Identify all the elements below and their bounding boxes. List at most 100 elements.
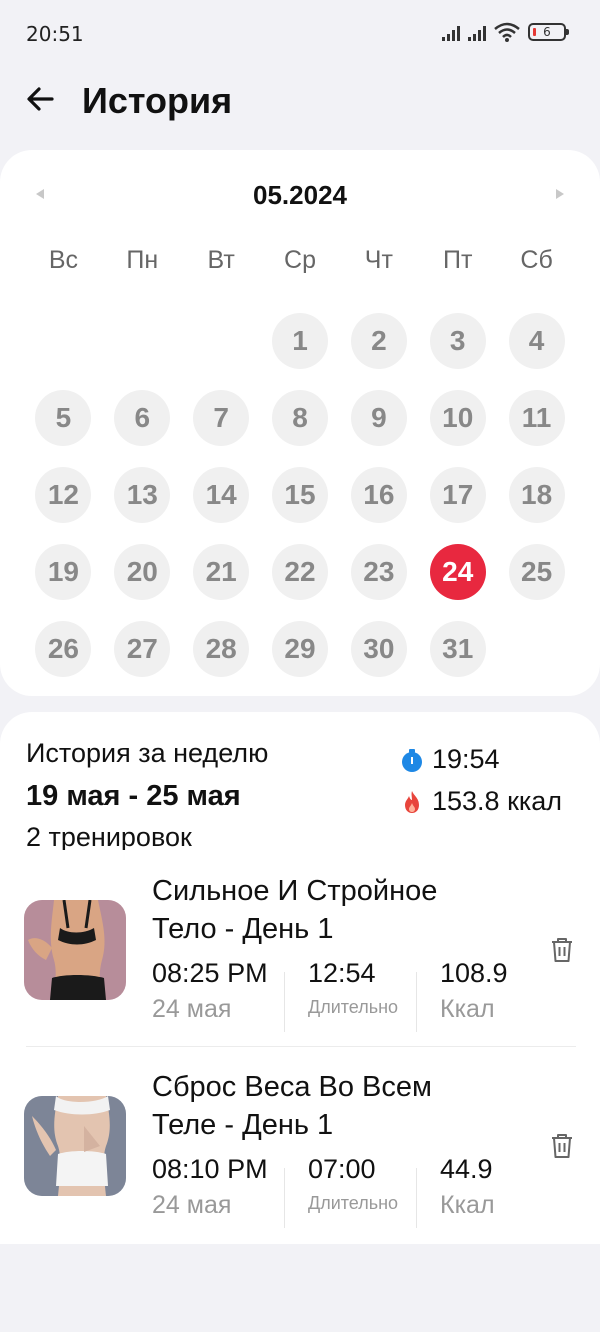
calendar-day-cell: 14 <box>182 456 261 533</box>
workout-item[interactable]: Сброс Веса Во Всем Теле - День 1 08:10 P… <box>0 1068 600 1264</box>
calendar-day[interactable]: 12 <box>35 466 92 523</box>
calendar-day-cell: 18 <box>497 456 576 533</box>
weekday-label: Вс <box>48 246 79 274</box>
workout-count: 2 тренировок <box>26 822 192 850</box>
week-range: 19 мая - 25 мая <box>26 780 241 812</box>
divider <box>284 1168 285 1228</box>
calendar-day[interactable]: 9 <box>350 389 407 446</box>
weekday-label: Ср <box>284 246 316 274</box>
workout-time-col: 08:25 PM 24 мая <box>152 958 268 1024</box>
calendar-empty-cell <box>182 302 261 379</box>
calendar-day[interactable]: 28 <box>193 620 250 677</box>
wifi-icon <box>494 22 520 42</box>
total-time-stat: 19:54 <box>402 744 500 775</box>
header: История <box>0 80 600 126</box>
workout-item[interactable]: Сильное И Стройное Тело - День 1 08:25 P… <box>0 872 600 1068</box>
calendar-empty-cell <box>103 302 182 379</box>
calendar-day-cell: 13 <box>103 456 182 533</box>
calendar-day-selected[interactable]: 24 <box>429 543 486 600</box>
calendar-nav: 05.2024 <box>0 180 600 210</box>
calendar-day[interactable]: 6 <box>114 389 171 446</box>
calendar-day-cell: 4 <box>497 302 576 379</box>
calendar-day[interactable]: 29 <box>272 620 328 677</box>
divider <box>26 1046 576 1047</box>
calendar-day-cell: 22 <box>261 533 340 610</box>
calendar-day[interactable]: 22 <box>272 543 328 600</box>
workout-time-col: 08:10 PM 24 мая <box>152 1154 268 1220</box>
prev-month-icon[interactable] <box>34 186 48 202</box>
total-kcal: 153.8 ккал <box>432 786 563 816</box>
workout-date: 24 мая <box>152 995 232 1023</box>
calendar-day[interactable]: 27 <box>114 620 171 677</box>
calendar-day[interactable]: 5 <box>35 389 92 446</box>
calendar-days: 1 2 3 4 5 6 7 8 9 10 11 12 13 14 15 16 17 18 19 20 21 22 23 24 2… <box>24 302 576 687</box>
status-bar: 20:51 6 <box>0 0 600 68</box>
calendar-empty-cell <box>24 302 103 379</box>
calendar-day[interactable]: 18 <box>508 466 565 523</box>
workout-duration: 12:54 <box>308 958 376 988</box>
delete-workout-button[interactable] <box>550 936 574 964</box>
calendar-day-cell: 6 <box>103 379 182 456</box>
calendar-day[interactable]: 19 <box>35 543 92 600</box>
trash-icon <box>552 1134 572 1158</box>
calendar-day-cell: 8 <box>261 379 340 456</box>
calendar-day[interactable]: 13 <box>114 466 171 523</box>
calendar-day[interactable]: 21 <box>193 543 250 600</box>
page-title: История <box>82 80 233 121</box>
calendar-day[interactable]: 26 <box>35 620 92 677</box>
calendar-day[interactable]: 25 <box>508 543 565 600</box>
back-button[interactable] <box>22 80 62 120</box>
calendar-day-cell: 5 <box>24 379 103 456</box>
calendar-day-cell: 2 <box>339 302 418 379</box>
stopwatch-icon <box>402 748 422 772</box>
battery-icon: 6 <box>528 23 569 41</box>
total-kcal-stat: 153.8 ккал <box>402 786 562 817</box>
workout-date: 24 мая <box>152 1191 232 1219</box>
workout-title: Сильное И Стройное Тело - День 1 <box>152 875 438 945</box>
calendar-day[interactable]: 15 <box>272 466 328 523</box>
calendar-day-cell: 1 <box>261 302 340 379</box>
calendar-day-cell: 26 <box>24 610 103 687</box>
calendar-day[interactable]: 14 <box>193 466 250 523</box>
weekday-label: Пт <box>443 246 473 274</box>
calendar-day-cell: 16 <box>339 456 418 533</box>
calendar-day[interactable]: 10 <box>429 389 486 446</box>
calendar-day[interactable]: 31 <box>429 620 486 677</box>
calendar-day[interactable]: 16 <box>350 466 407 523</box>
weekday-label: Чт <box>364 246 393 274</box>
calendar-day[interactable]: 17 <box>429 466 486 523</box>
calendar-day[interactable]: 20 <box>114 543 171 600</box>
calendar-day[interactable]: 4 <box>508 312 565 369</box>
calendar-day[interactable]: 23 <box>350 543 407 600</box>
calendar-day[interactable]: 7 <box>193 389 250 446</box>
delete-workout-button[interactable] <box>550 1132 574 1160</box>
divider <box>416 1168 417 1228</box>
calendar-month: 05.2024 <box>253 180 347 210</box>
calendar-day-cell: 30 <box>339 610 418 687</box>
kcal-label: Ккал <box>440 995 495 1023</box>
calendar-day[interactable]: 1 <box>272 312 328 369</box>
next-month-icon[interactable] <box>552 186 566 202</box>
divider <box>416 972 417 1032</box>
calendar-card: 05.2024 Вс Пн Вт Ср Чт Пт Сб 1 2 3 4 5 6 7 8 9 10… <box>0 150 600 696</box>
kcal-label: Ккал <box>440 1191 495 1219</box>
signal-icon <box>468 23 486 41</box>
calendar-day-cell: 3 <box>418 302 497 379</box>
calendar-day[interactable]: 2 <box>350 312 407 369</box>
calendar-day-cell: 12 <box>24 456 103 533</box>
calendar-day-cell: 10 <box>418 379 497 456</box>
calendar-day-cell: 21 <box>182 533 261 610</box>
calendar-day[interactable]: 3 <box>429 312 486 369</box>
weekday-label: Сб <box>520 246 553 274</box>
workout-title: Сброс Веса Во Всем Теле - День 1 <box>152 1071 432 1141</box>
calendar-day-cell: 11 <box>497 379 576 456</box>
calendar-day-cell: 23 <box>339 533 418 610</box>
calendar-day-cell: 17 <box>418 456 497 533</box>
calendar-day-cell: 31 <box>418 610 497 687</box>
calendar-day[interactable]: 11 <box>508 389 565 446</box>
calendar-day-cell: 7 <box>182 379 261 456</box>
trash-icon <box>552 938 572 962</box>
calendar-day[interactable]: 8 <box>272 389 328 446</box>
calendar-day[interactable]: 30 <box>350 620 407 677</box>
history-card: История за неделю 19 мая - 25 мая 2 трен… <box>0 712 600 1244</box>
